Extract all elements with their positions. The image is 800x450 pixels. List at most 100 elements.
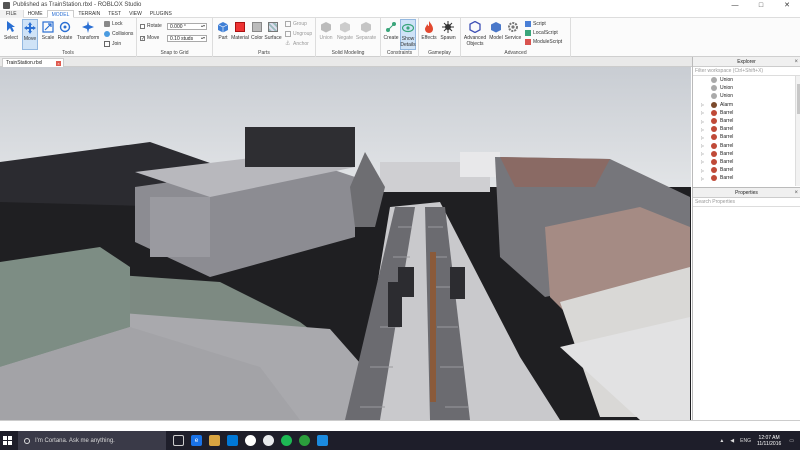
- steam-icon[interactable]: [245, 435, 256, 446]
- modulescript-button[interactable]: ModuleScript: [525, 39, 562, 45]
- parts-group: Part Material Color Surface Group Ungrou…: [213, 18, 316, 57]
- title-bar: Published as TrainStation.rbxl - ROBLOX …: [0, 0, 800, 10]
- roblox-studio-taskbar-icon[interactable]: [317, 435, 328, 446]
- explorer-item[interactable]: ▷ Barrel: [693, 174, 800, 182]
- script-button[interactable]: Script: [525, 21, 546, 27]
- properties-panel: Properties × Search Properties: [692, 187, 800, 420]
- part-button[interactable]: Part: [215, 21, 231, 41]
- explorer-item[interactable]: ▷ Barrel: [693, 166, 800, 174]
- explorer-item[interactable]: ▷ Barrel: [693, 133, 800, 141]
- spawn-button[interactable]: Spawn: [440, 21, 456, 41]
- barrel-icon: [711, 142, 717, 149]
- select-button[interactable]: Select: [3, 21, 19, 41]
- expand-arrow-icon[interactable]: ▷: [701, 127, 704, 132]
- show-details-button[interactable]: Show Details: [400, 19, 416, 50]
- tab-test[interactable]: TEST: [104, 10, 125, 18]
- notifications-icon[interactable]: ▭: [789, 438, 794, 444]
- solid-modeling-label: Solid Modeling: [331, 50, 365, 56]
- tab-view[interactable]: VIEW: [125, 10, 146, 18]
- surface-button[interactable]: Surface: [264, 21, 282, 41]
- close-button[interactable]: ✕: [774, 0, 800, 10]
- collisions-toggle[interactable]: Collisions: [104, 31, 133, 37]
- chrome-icon[interactable]: [263, 435, 274, 446]
- explorer-item[interactable]: Union: [693, 84, 800, 92]
- ungroup-button[interactable]: Ungroup: [285, 31, 312, 37]
- document-tab[interactable]: TrainStation.rbxl ×: [2, 58, 64, 67]
- snap-move-checkbox[interactable]: Move: [140, 35, 159, 41]
- separate-button[interactable]: Separate: [356, 21, 376, 41]
- explorer-item[interactable]: ▷ Barrel: [693, 142, 800, 150]
- spotify-icon[interactable]: [281, 435, 292, 446]
- explorer-filter-input[interactable]: Filter workspace (Ctrl+Shift+X): [693, 67, 800, 76]
- explorer-item[interactable]: ▷ Barrel: [693, 125, 800, 133]
- task-view-icon[interactable]: [173, 435, 184, 446]
- explorer-item[interactable]: ▷ Barrel: [693, 150, 800, 158]
- minimize-button[interactable]: —: [722, 0, 748, 10]
- rotate-increment-input[interactable]: 0.000 °: [167, 23, 207, 30]
- snap-rotate-checkbox[interactable]: Rotate: [140, 23, 162, 29]
- explorer-close-icon[interactable]: ×: [794, 57, 798, 67]
- cursor-icon: [5, 21, 17, 33]
- maximize-button[interactable]: □: [748, 0, 774, 10]
- expand-arrow-icon[interactable]: ▷: [701, 151, 704, 156]
- explorer-item[interactable]: ▷ Barrel: [693, 109, 800, 117]
- volume-icon[interactable]: ◀: [730, 438, 734, 444]
- tools-group: Select Move Scale Rotate Transform Lock …: [0, 18, 137, 57]
- close-tab-icon[interactable]: ×: [56, 61, 61, 66]
- 3d-viewport[interactable]: [0, 67, 691, 420]
- model-button[interactable]: Model: [488, 21, 504, 41]
- xbox-icon[interactable]: [299, 435, 310, 446]
- localscript-button[interactable]: LocalScript: [525, 30, 558, 36]
- scale-icon: [42, 21, 54, 33]
- service-button[interactable]: Service: [505, 21, 521, 41]
- explorer-item[interactable]: Union: [693, 92, 800, 100]
- file-explorer-icon[interactable]: [209, 435, 220, 446]
- color-button[interactable]: Color: [249, 21, 265, 41]
- effects-button[interactable]: Effects: [421, 21, 437, 41]
- scale-button[interactable]: Scale: [40, 21, 56, 41]
- rotate-button[interactable]: Rotate: [57, 21, 73, 41]
- union-button[interactable]: Union: [318, 21, 334, 41]
- tab-model[interactable]: MODEL: [46, 9, 75, 18]
- transform-button[interactable]: Transform: [77, 21, 99, 41]
- language-indicator[interactable]: ENG: [740, 438, 751, 444]
- lock-button[interactable]: Lock: [104, 21, 123, 27]
- tab-terrain[interactable]: TERRAIN: [74, 10, 104, 18]
- expand-arrow-icon[interactable]: ▷: [701, 176, 704, 181]
- tab-plugins[interactable]: PLUGINS: [146, 10, 176, 18]
- explorer-item[interactable]: Union: [693, 76, 800, 84]
- material-button[interactable]: Material: [231, 21, 249, 41]
- join-toggle[interactable]: Join: [104, 41, 121, 47]
- tab-file[interactable]: FILE: [0, 9, 24, 18]
- explorer-scrollbar[interactable]: [795, 76, 800, 186]
- cortana-search-box[interactable]: I'm Cortana. Ask me anything.: [18, 431, 166, 450]
- create-constraint-button[interactable]: Create: [383, 21, 399, 41]
- negate-button[interactable]: Negate: [337, 21, 353, 41]
- explorer-item[interactable]: ▷ Alarm: [693, 101, 800, 109]
- expand-arrow-icon[interactable]: ▷: [701, 143, 704, 148]
- expand-arrow-icon[interactable]: ▷: [701, 168, 704, 173]
- properties-close-icon[interactable]: ×: [794, 188, 798, 198]
- window-title: Published as TrainStation.rbxl - ROBLOX …: [13, 2, 142, 8]
- tab-home[interactable]: HOME: [24, 10, 47, 18]
- expand-arrow-icon[interactable]: ▷: [701, 135, 704, 140]
- store-icon[interactable]: [227, 435, 238, 446]
- expand-arrow-icon[interactable]: ▷: [701, 119, 704, 124]
- clock[interactable]: 12:07 AM 11/11/2016: [757, 435, 781, 447]
- move-increment-input[interactable]: 0.10 studs: [167, 35, 207, 42]
- explorer-item[interactable]: ▷ Barrel: [693, 117, 800, 125]
- explorer-item-label: Barrel: [720, 175, 734, 182]
- start-button[interactable]: [0, 431, 14, 450]
- move-button[interactable]: Move: [22, 19, 38, 50]
- expand-arrow-icon[interactable]: ▷: [701, 110, 704, 115]
- network-icon[interactable]: ▲: [719, 438, 724, 444]
- group-button[interactable]: Group: [285, 21, 307, 27]
- explorer-item[interactable]: ▷ Barrel: [693, 158, 800, 166]
- expand-arrow-icon[interactable]: ▷: [701, 102, 704, 107]
- expand-arrow-icon[interactable]: ▷: [701, 159, 704, 164]
- advanced-objects-button[interactable]: Advanced Objects: [464, 21, 486, 47]
- properties-search-input[interactable]: Search Properties: [693, 198, 800, 207]
- document-tabs: TrainStation.rbxl ×: [0, 57, 692, 67]
- edge-icon[interactable]: e: [191, 435, 202, 446]
- anchor-button[interactable]: ⚓ Anchor: [285, 41, 309, 47]
